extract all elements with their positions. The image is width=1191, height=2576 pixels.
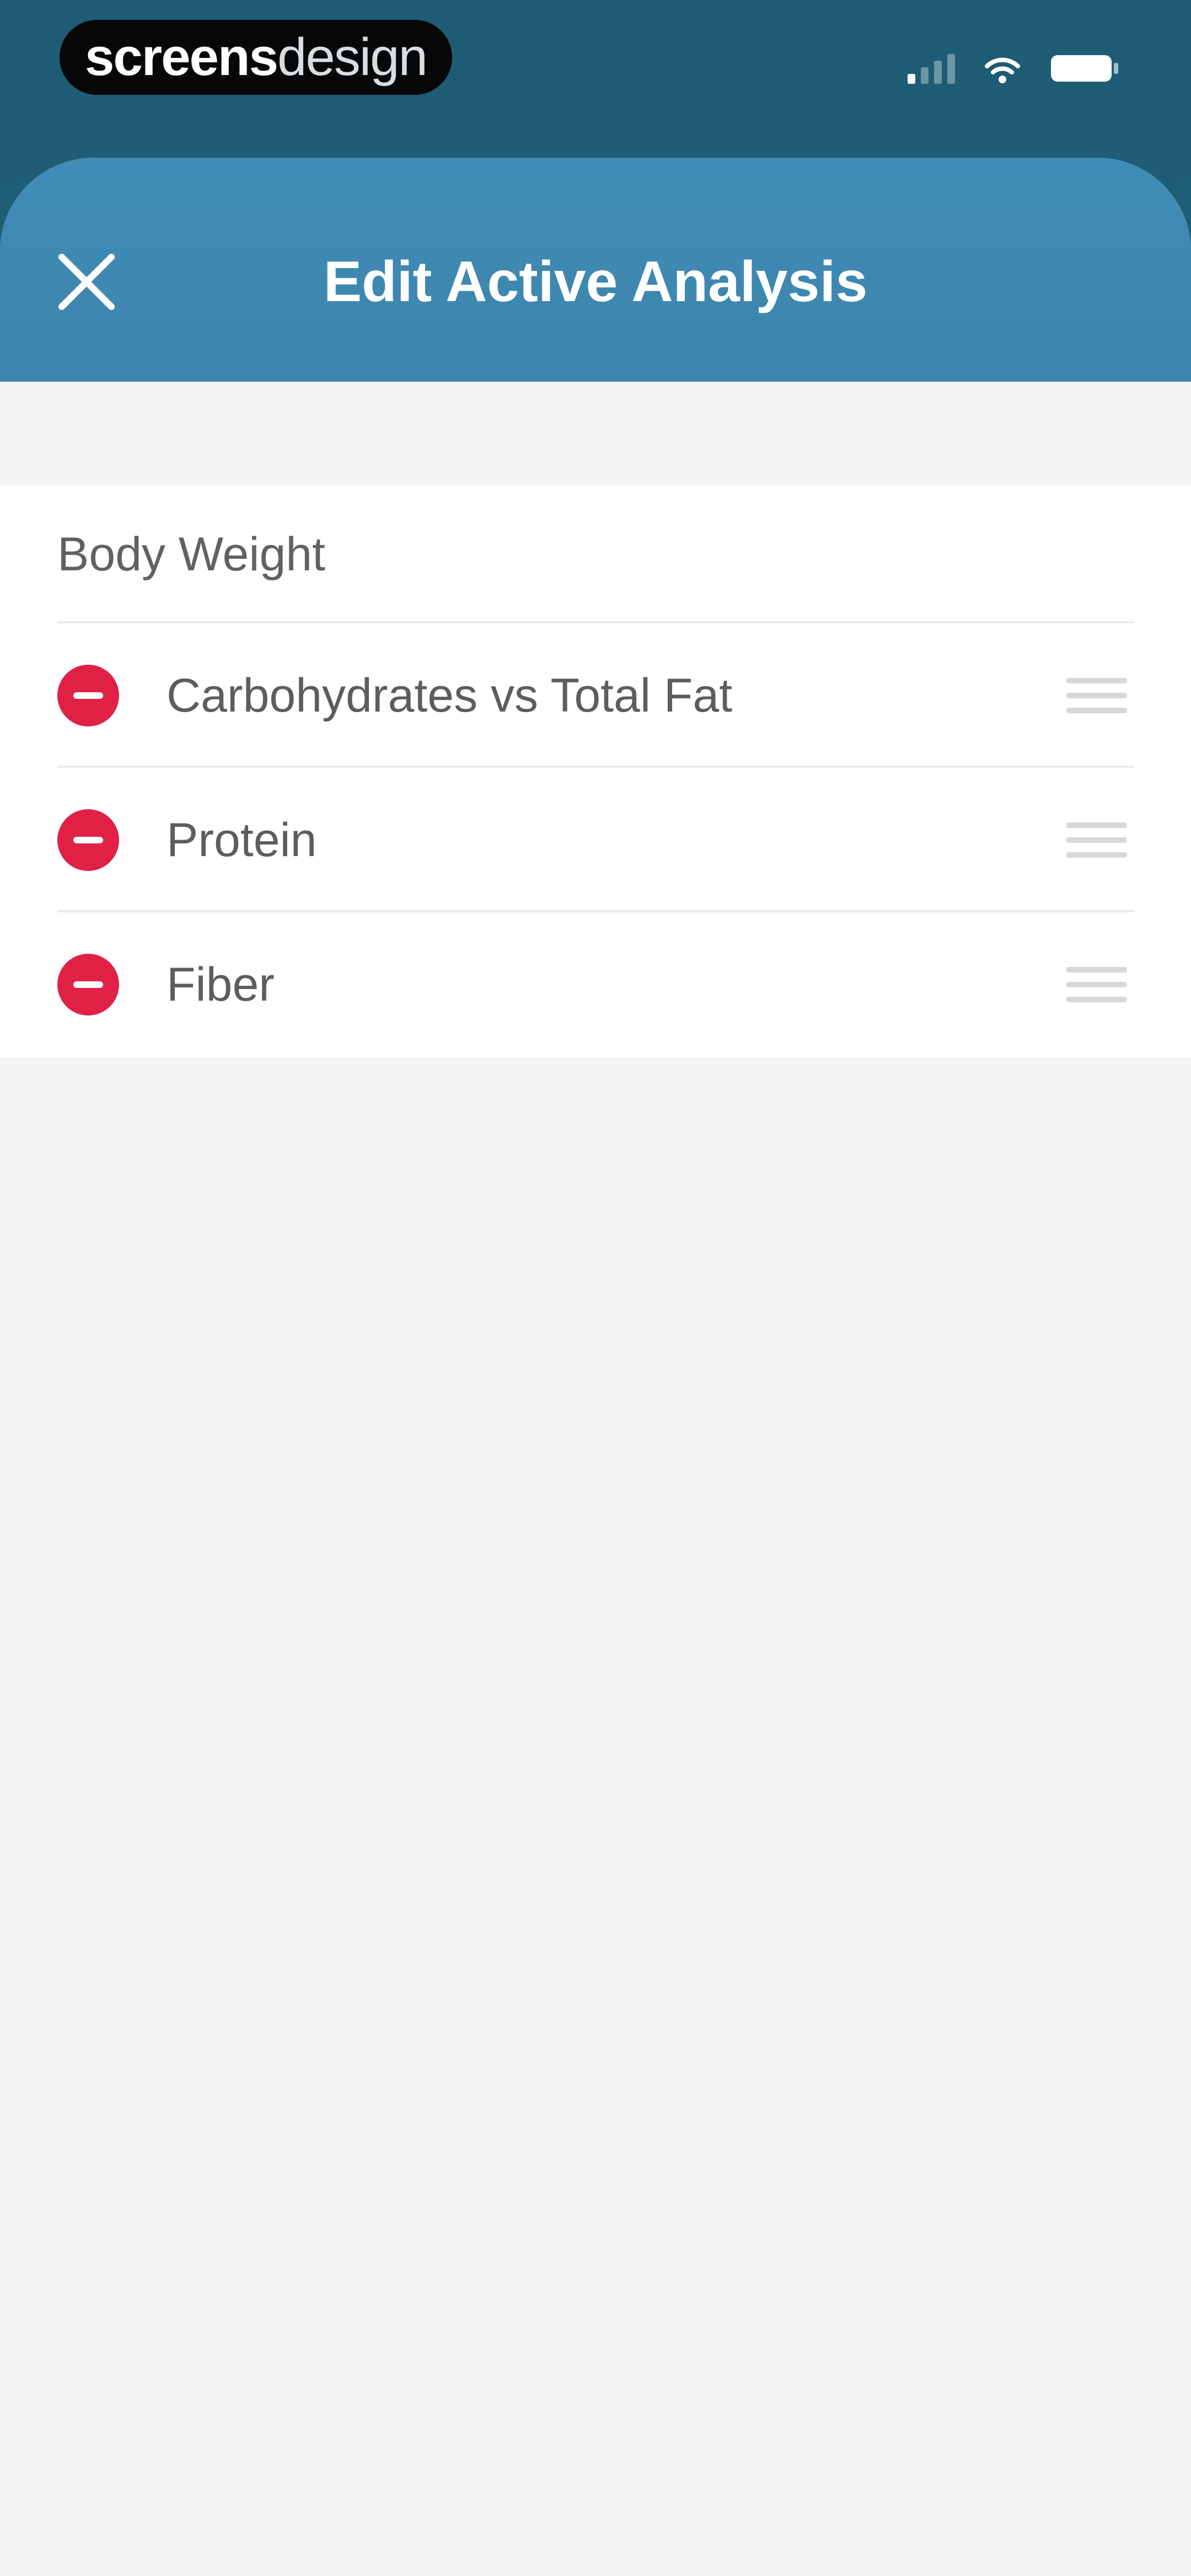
list-item-label: Body Weight xyxy=(57,527,326,581)
watermark-light: design xyxy=(277,28,428,87)
watermark-bold: screens xyxy=(85,28,278,87)
analysis-list: Body Weight Carbohydrates vs Total Fat P… xyxy=(0,485,1191,1057)
delete-icon[interactable] xyxy=(57,665,119,726)
wifi-icon xyxy=(985,56,1020,84)
list-item-body-weight[interactable]: Body Weight xyxy=(0,485,1191,623)
cellular-signal-icon xyxy=(908,53,955,84)
delete-icon[interactable] xyxy=(57,809,119,871)
status-icons xyxy=(908,53,1119,84)
status-bar: screens design xyxy=(0,0,1191,138)
sheet-header: Edit Active Analysis xyxy=(0,158,1191,382)
reorder-handle-icon[interactable] xyxy=(1066,678,1127,713)
delete-icon[interactable] xyxy=(57,954,119,1016)
watermark-logo: screens design xyxy=(60,20,452,95)
list-item[interactable]: Fiber xyxy=(0,912,1191,1057)
battery-icon xyxy=(1050,53,1119,84)
list-item[interactable]: Carbohydrates vs Total Fat xyxy=(0,623,1191,768)
screen: screens design Edit Active Analysis Body… xyxy=(0,0,1191,2576)
reorder-handle-icon[interactable] xyxy=(1066,967,1127,1002)
reorder-handle-icon[interactable] xyxy=(1066,822,1127,858)
list-item-label: Carbohydrates vs Total Fat xyxy=(167,669,733,722)
page-title: Edit Active Analysis xyxy=(323,250,868,314)
list-item[interactable]: Protein xyxy=(0,768,1191,912)
edit-sheet: Edit Active Analysis Body Weight Carbohy… xyxy=(0,158,1191,2576)
list-item-label: Protein xyxy=(167,813,317,867)
list-item-label: Fiber xyxy=(167,958,275,1011)
